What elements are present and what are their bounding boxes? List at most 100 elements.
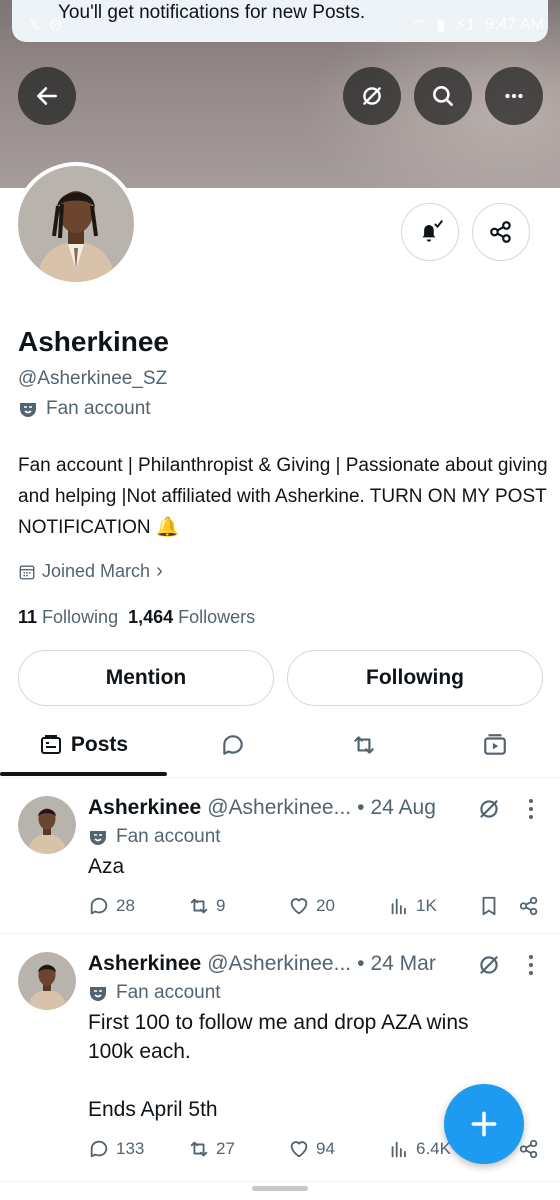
following-button[interactable]: Following bbox=[287, 650, 543, 706]
views-count: 6.4K bbox=[416, 1139, 451, 1158]
joined-text: Joined March bbox=[42, 561, 151, 581]
chevron-right-icon: › bbox=[156, 560, 163, 582]
back-button[interactable] bbox=[18, 67, 76, 125]
grok-button[interactable] bbox=[343, 67, 401, 125]
grok-icon[interactable] bbox=[476, 796, 502, 822]
repost-action[interactable]: 27 bbox=[188, 1134, 235, 1164]
views-action[interactable]: 6.4K bbox=[388, 1134, 451, 1164]
views-action[interactable]: 1K bbox=[388, 891, 437, 921]
search-icon bbox=[433, 86, 453, 106]
share-icon bbox=[519, 1139, 538, 1159]
bookmark-action[interactable] bbox=[478, 891, 500, 921]
post-text: Aza bbox=[88, 855, 125, 878]
post-author-handle: @Asherkinee... bbox=[207, 952, 352, 975]
reply-count: 133 bbox=[116, 1139, 145, 1158]
reply-icon bbox=[90, 897, 108, 915]
arrow-left-icon bbox=[37, 87, 57, 105]
masks-icon bbox=[90, 987, 106, 1001]
like-action[interactable]: 20 bbox=[288, 891, 335, 921]
more-button[interactable] bbox=[485, 67, 543, 125]
following-label: Following bbox=[42, 607, 119, 627]
post-text: First 100 to follow me and drop AZA wins… bbox=[88, 1011, 469, 1121]
reply-icon bbox=[222, 735, 243, 755]
repost-count: 27 bbox=[216, 1139, 235, 1158]
followers-count-link[interactable]: 1,464 Followers bbox=[128, 607, 255, 628]
reply-action[interactable]: 28 bbox=[88, 891, 135, 921]
profile-bio: Fan account | Philanthropist & Giving | … bbox=[18, 455, 548, 538]
post-avatar[interactable] bbox=[18, 796, 76, 854]
repost-action[interactable]: 9 bbox=[188, 891, 225, 921]
bell-check-icon bbox=[422, 220, 443, 242]
tab-replies[interactable] bbox=[167, 712, 298, 778]
x-app-icon: 𝕏 bbox=[28, 17, 41, 34]
following-count-link[interactable]: 11 Following bbox=[18, 607, 118, 628]
post-label-text: Fan account bbox=[116, 826, 221, 847]
heart-icon bbox=[290, 898, 308, 915]
avatar-image bbox=[18, 166, 134, 282]
like-action[interactable]: 94 bbox=[288, 1134, 335, 1164]
status-right-icons: ◠ ▮ ⚡1 9:47 AM bbox=[412, 15, 544, 35]
clock: 9:47 AM bbox=[485, 16, 544, 33]
signal-icon: ▮ bbox=[436, 17, 446, 34]
search-button[interactable] bbox=[414, 67, 472, 125]
heart-icon bbox=[290, 1141, 308, 1158]
post-header: Asherkinee @Asherkinee... • 24 Aug bbox=[88, 796, 436, 820]
avatar-image bbox=[18, 796, 76, 854]
mute-icon: ⊘ bbox=[48, 17, 63, 34]
profile-handle: @Asherkinee_SZ bbox=[18, 368, 168, 389]
share-icon bbox=[519, 896, 538, 916]
profile-label: Fan account bbox=[18, 398, 151, 420]
following-count: 11 bbox=[18, 607, 38, 627]
post-author-name[interactable]: Asherkinee bbox=[88, 796, 201, 820]
repost-count: 9 bbox=[216, 896, 226, 915]
post-label-text: Fan account bbox=[116, 982, 221, 1003]
post-label: Fan account bbox=[88, 982, 221, 1004]
post-dot: • bbox=[357, 796, 365, 819]
tab-reposts[interactable] bbox=[298, 712, 429, 778]
share-action[interactable] bbox=[518, 891, 540, 921]
like-count: 20 bbox=[316, 896, 335, 915]
post-author-handle: @Asherkinee... bbox=[207, 796, 352, 819]
wifi-icon: ◠ bbox=[412, 17, 427, 34]
home-indicator bbox=[252, 1186, 308, 1191]
post-header: Asherkinee @Asherkinee... • 24 Mar bbox=[88, 952, 436, 976]
grok-icon[interactable] bbox=[476, 952, 502, 978]
notification-bell-button[interactable] bbox=[401, 203, 459, 261]
active-tab-indicator bbox=[0, 772, 167, 776]
share-icon bbox=[490, 221, 511, 243]
masks-icon bbox=[20, 403, 36, 417]
followers-label: Followers bbox=[178, 607, 256, 627]
reply-action[interactable]: 133 bbox=[88, 1134, 144, 1164]
post-dot: • bbox=[357, 952, 365, 975]
share-profile-button[interactable] bbox=[472, 203, 530, 261]
status-bar: 𝕏 ⊘ ◠ ▮ ⚡1 9:47 AM bbox=[28, 12, 544, 38]
post-item[interactable]: Asherkinee @Asherkinee... • 24 Aug Fan a… bbox=[0, 778, 560, 934]
reply-icon bbox=[90, 1140, 108, 1158]
post-label: Fan account bbox=[88, 826, 221, 848]
views-icon bbox=[391, 1141, 406, 1158]
battery-level: 1 bbox=[466, 17, 476, 34]
tab-media[interactable] bbox=[429, 712, 560, 778]
share-action[interactable] bbox=[518, 1134, 540, 1164]
post-date: 24 Aug bbox=[370, 796, 436, 819]
post-author-name[interactable]: Asherkinee bbox=[88, 952, 201, 976]
plus-icon bbox=[471, 1111, 497, 1137]
calendar-icon bbox=[19, 564, 35, 579]
repost-icon bbox=[353, 736, 374, 754]
post-more-icon[interactable] bbox=[526, 797, 536, 821]
compose-post-button[interactable] bbox=[444, 1084, 524, 1164]
tab-posts[interactable]: Posts bbox=[0, 712, 167, 778]
profile-name: Asherkinee bbox=[18, 326, 169, 357]
bookmark-icon bbox=[482, 896, 496, 916]
status-left-icons: 𝕏 ⊘ bbox=[28, 15, 62, 35]
profile-tabs: Posts bbox=[0, 712, 560, 778]
post-avatar[interactable] bbox=[18, 952, 76, 1010]
profile-avatar[interactable] bbox=[14, 162, 138, 286]
post-more-icon[interactable] bbox=[526, 953, 536, 977]
video-icon bbox=[483, 734, 506, 755]
reply-count: 28 bbox=[116, 896, 135, 915]
followers-count: 1,464 bbox=[128, 607, 174, 627]
grok-icon bbox=[363, 87, 381, 105]
mention-button[interactable]: Mention bbox=[18, 650, 274, 706]
joined-date[interactable]: Joined March › bbox=[18, 560, 163, 583]
